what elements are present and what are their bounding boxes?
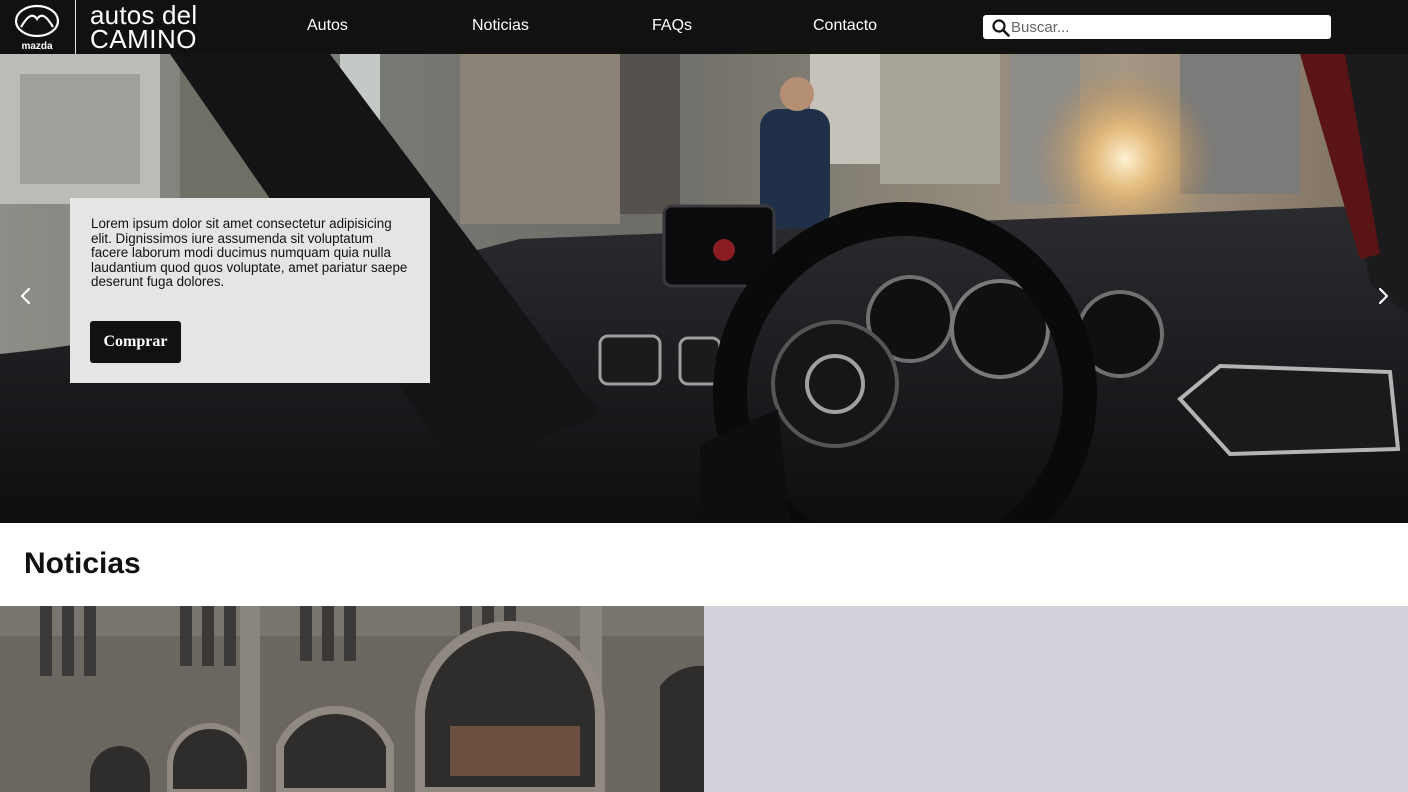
search-icon[interactable]	[992, 19, 1010, 37]
chevron-left-icon[interactable]	[11, 281, 41, 311]
nav-link-faqs[interactable]: FAQs	[652, 17, 692, 35]
buy-button[interactable]: Comprar	[90, 321, 181, 363]
brand-line-2: CAMINO	[90, 24, 197, 54]
mazda-wordmark: mazda	[21, 41, 53, 52]
news-section-title: Noticias	[24, 547, 141, 580]
nav-link-contacto[interactable]: Contacto	[813, 17, 877, 35]
top-navbar: mazda autos del CAMINO Autos Noticias FA…	[0, 0, 1408, 54]
search-bar	[983, 15, 1331, 39]
search-input[interactable]	[1011, 17, 1321, 37]
hero-carousel: Lorem ipsum dolor sit amet consectetur a…	[0, 54, 1408, 523]
news-content-panel	[704, 606, 1408, 792]
brand-logo[interactable]: autos del CAMINO	[90, 2, 197, 54]
nav-link-noticias[interactable]: Noticias	[472, 17, 529, 35]
chevron-right-icon[interactable]	[1368, 281, 1398, 311]
nav-link-autos[interactable]: Autos	[307, 17, 348, 35]
news-building-image[interactable]	[0, 606, 704, 792]
hero-caption-text: Lorem ipsum dolor sit amet consectetur a…	[91, 216, 408, 289]
mazda-logo-icon[interactable]: mazda	[10, 2, 64, 52]
hero-caption-card: Lorem ipsum dolor sit amet consectetur a…	[70, 198, 430, 383]
logo-divider	[75, 0, 76, 54]
